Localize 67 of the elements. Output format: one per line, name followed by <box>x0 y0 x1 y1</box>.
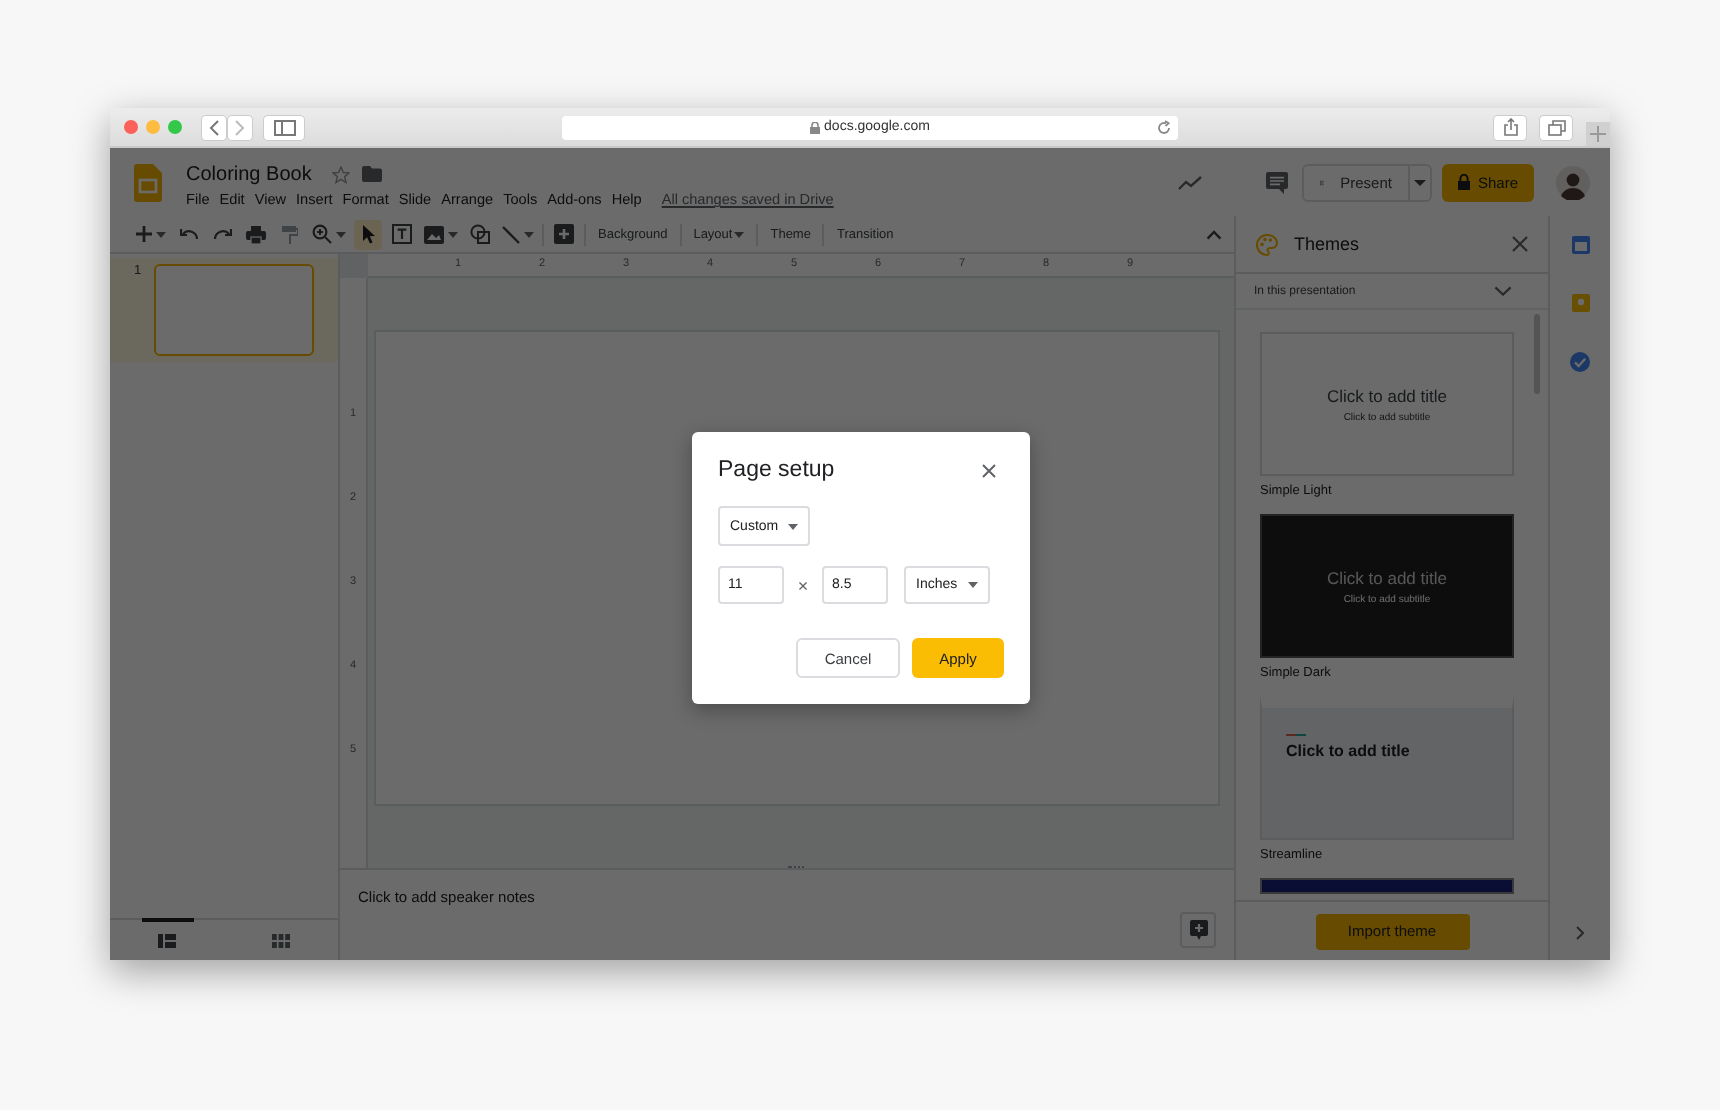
calendar-icon[interactable] <box>1571 236 1589 254</box>
expand-sidebar-icon[interactable] <box>1576 926 1584 940</box>
comment-tool-button[interactable] <box>550 219 578 249</box>
select-tool-button[interactable] <box>354 219 382 249</box>
text-box-icon[interactable] <box>392 224 412 244</box>
add-comment-button[interactable] <box>1180 912 1216 948</box>
theme-title-text: Click to add title <box>1286 742 1410 760</box>
tabs-icon[interactable] <box>1547 119 1565 135</box>
caret-icon[interactable] <box>734 231 745 237</box>
caret-icon[interactable] <box>524 231 534 237</box>
collapse-toolbar-icon[interactable] <box>1206 229 1222 239</box>
share-icon[interactable] <box>1503 118 1517 136</box>
cursor-icon[interactable] <box>361 224 375 244</box>
tabs-overview-button[interactable] <box>1540 115 1572 139</box>
share-sheet-button[interactable] <box>1494 115 1526 139</box>
slide-thumbnail[interactable] <box>153 264 314 356</box>
dialog-title: Page setup <box>718 458 835 482</box>
theme-title-text: Click to add title <box>1327 385 1447 405</box>
paint-roller-icon[interactable] <box>282 225 298 243</box>
close-icon[interactable] <box>1512 236 1528 252</box>
panel-title: Themes <box>1294 234 1360 254</box>
caret-icon[interactable] <box>156 231 166 237</box>
theme-thumbnail[interactable]: Click to add title <box>1260 696 1514 840</box>
caret-icon[interactable] <box>967 582 978 588</box>
caret-icon[interactable] <box>1414 179 1426 185</box>
add-comment-icon[interactable] <box>1189 920 1207 940</box>
folder-icon[interactable] <box>361 166 382 182</box>
document-title[interactable]: Coloring Book <box>186 163 312 185</box>
close-icon[interactable] <box>982 463 996 477</box>
sidebar-icon[interactable] <box>273 119 295 135</box>
filmstrip-icon[interactable] <box>158 934 176 948</box>
print-icon[interactable] <box>246 225 266 243</box>
chevron-down-icon[interactable] <box>1494 286 1512 296</box>
theme-thumbnail[interactable] <box>1260 878 1514 894</box>
account-avatar-icon[interactable] <box>1556 165 1590 199</box>
activity-trend-icon[interactable] <box>1178 175 1202 189</box>
undo-icon[interactable] <box>179 228 197 240</box>
lock-icon[interactable] <box>1457 174 1470 190</box>
line-icon[interactable] <box>502 225 520 243</box>
theme-title-text: Click to add title <box>1327 567 1447 587</box>
forward-button[interactable] <box>228 115 252 139</box>
zoom-icon[interactable] <box>312 224 332 244</box>
zoom-tool-button[interactable] <box>310 219 348 249</box>
star-icon[interactable] <box>331 165 350 183</box>
forward-chevron-icon[interactable] <box>234 119 246 135</box>
zoom-window-button[interactable] <box>168 120 182 134</box>
times-sign: × <box>795 575 811 595</box>
caret-icon[interactable] <box>336 231 346 237</box>
image-icon[interactable] <box>424 225 444 243</box>
palette-icon <box>1256 233 1278 255</box>
close-window-button[interactable] <box>124 120 138 134</box>
grid-icon[interactable] <box>272 934 290 948</box>
lock-icon <box>810 121 821 133</box>
sidebar-toggle-button[interactable] <box>264 115 304 139</box>
back-chevron-icon[interactable] <box>208 119 220 135</box>
shape-tool-button[interactable] <box>466 219 494 249</box>
add-box-icon[interactable] <box>554 224 574 244</box>
textbox-tool-button[interactable] <box>388 219 416 249</box>
reload-icon[interactable] <box>1156 119 1172 135</box>
comments-icon[interactable] <box>1266 171 1288 193</box>
plus-icon[interactable] <box>136 226 152 242</box>
back-button[interactable] <box>202 115 226 139</box>
caret-icon[interactable] <box>788 523 799 529</box>
caret-icon[interactable] <box>448 231 458 237</box>
shapes-icon[interactable] <box>470 224 490 244</box>
redo-icon[interactable] <box>213 228 231 240</box>
tasks-icon[interactable] <box>1570 352 1590 372</box>
